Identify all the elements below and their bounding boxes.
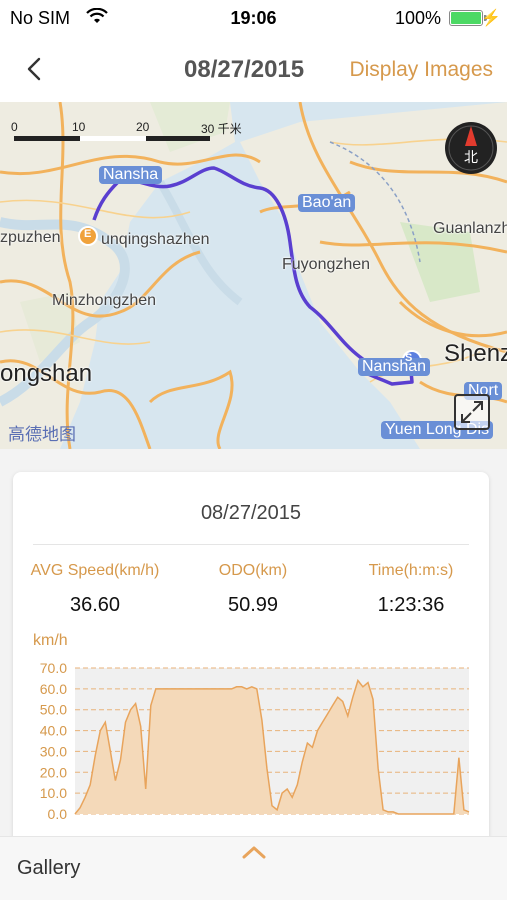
compass-label: 北 — [464, 150, 478, 166]
bottom-bar: Gallery — [0, 836, 507, 900]
place-label: unqingshazhen — [101, 231, 210, 248]
place-label: Minzhongzhen — [52, 292, 157, 309]
status-bar: No SIM 19:06 100% ⚡ — [0, 0, 507, 38]
y-tick-label: 0.0 — [48, 806, 68, 822]
expand-icon[interactable] — [454, 394, 490, 430]
chevron-up-icon[interactable] — [240, 843, 268, 861]
place-label: Bao'an — [298, 194, 356, 212]
divider — [33, 544, 469, 545]
battery-icon — [449, 10, 483, 26]
scale-label: 30 千米 — [201, 122, 242, 136]
place-label: zpuzhen — [0, 229, 61, 246]
back-icon[interactable] — [20, 54, 50, 84]
stat-value: 50.99 — [227, 594, 279, 616]
time-stat: Time(h:m:s) 1:23:36 — [331, 562, 491, 617]
map-base — [0, 102, 507, 449]
place-label: Guanlanzh — [433, 220, 507, 237]
scale-label: 10 — [72, 120, 86, 134]
stat-value: 36.60 — [69, 594, 121, 616]
y-tick-label: 50.0 — [40, 702, 67, 718]
scale-label: 20 — [136, 120, 150, 134]
scale-label: 0 — [11, 120, 18, 134]
battery-percent: 100% — [394, 8, 441, 28]
start-marker: S — [405, 352, 413, 364]
stat-value: 1:23:36 — [377, 594, 445, 616]
nav-bar: 08/27/2015 Display Images — [0, 38, 507, 102]
place-label: ongshan — [0, 360, 93, 387]
stat-label: AVG Speed(km/h) — [30, 562, 160, 579]
stat-label: ODO(km) — [218, 562, 288, 579]
avg-speed-stat: AVG Speed(km/h) 36.60 — [15, 562, 175, 617]
trip-card: 08/27/2015 AVG Speed(km/h) 36.60 ODO(km)… — [13, 472, 489, 852]
odo-stat: ODO(km) 50.99 — [173, 562, 333, 617]
chart-ylabel: km/h — [33, 632, 68, 649]
y-tick-label: 30.0 — [40, 743, 67, 759]
y-tick-label: 40.0 — [40, 723, 67, 739]
charging-icon: ⚡ — [481, 10, 501, 27]
page-title: 08/27/2015 — [184, 56, 305, 83]
display-images-button[interactable]: Display Images — [349, 58, 493, 82]
place-label: Shenz — [444, 340, 507, 367]
stat-label: Time(h:m:s) — [368, 562, 454, 579]
y-tick-label: 60.0 — [40, 681, 67, 697]
speed-chart: 70.0 60.0 50.0 40.0 30.0 20.0 10.0 0.0 — [40, 660, 470, 822]
place-label: Nansha — [99, 166, 163, 184]
compass-icon[interactable]: 北 — [443, 120, 499, 176]
place-label: Nanshan — [358, 358, 431, 376]
y-tick-label: 20.0 — [40, 764, 67, 780]
y-tick-label: 10.0 — [40, 785, 67, 801]
place-label: Fuyongzhen — [282, 256, 371, 273]
trip-date: 08/27/2015 — [200, 502, 302, 524]
end-marker: E — [84, 228, 92, 240]
route-map[interactable]: 0 10 20 30 千米 Nansha Bao'an Guanlanzh zp… — [0, 102, 507, 449]
gallery-button[interactable]: Gallery — [17, 857, 80, 880]
y-tick-label: 70.0 — [40, 660, 67, 676]
map-logo: 高德地图 — [8, 425, 76, 444]
screen: No SIM 19:06 100% ⚡ 08/27/2015 Display I… — [0, 0, 507, 900]
